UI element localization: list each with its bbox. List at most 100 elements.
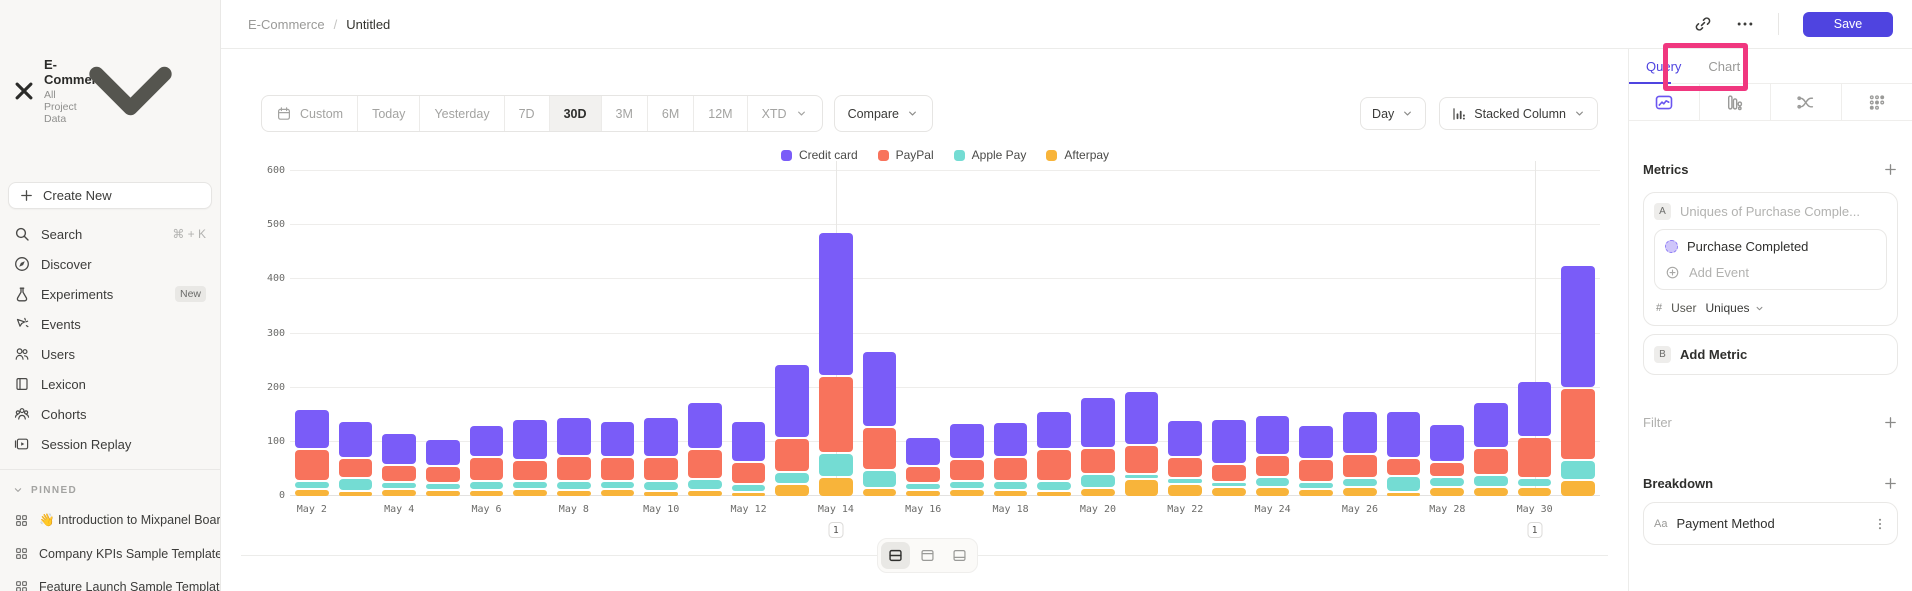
bar-segment-afterpay[interactable] [1125, 480, 1159, 496]
bar-segment-apple-pay[interactable] [775, 473, 809, 483]
legend-item-afterpay[interactable]: Afterpay [1046, 148, 1109, 162]
granularity-dropdown[interactable]: Day [1360, 97, 1426, 130]
tab-query[interactable]: Query [1646, 59, 1681, 74]
bar-segment-credit-card[interactable] [1037, 412, 1071, 448]
sidebar-item-cohorts[interactable]: Cohorts [0, 399, 220, 429]
bar-segment-credit-card[interactable] [295, 410, 329, 448]
bar-segment-credit-card[interactable] [688, 403, 722, 447]
bar-segment-credit-card[interactable] [1256, 416, 1290, 454]
bar-segment-credit-card[interactable] [339, 422, 373, 457]
add-metric-plus-icon[interactable] [1883, 162, 1898, 177]
legend-item-credit-card[interactable]: Credit card [781, 148, 858, 162]
bar-segment-paypal[interactable] [1212, 465, 1246, 481]
breadcrumb-project[interactable]: E-Commerce [248, 17, 325, 32]
bar-segment-paypal[interactable] [732, 463, 766, 483]
pinned-section-header[interactable]: PINNED [0, 482, 220, 504]
metric-card-b[interactable]: B Add Metric [1643, 334, 1898, 375]
project-switcher[interactable]: E-Commerce All Project Data [0, 0, 220, 176]
bar-segment-apple-pay[interactable] [906, 484, 940, 488]
bar-segment-afterpay[interactable] [295, 490, 329, 497]
bar-segment-afterpay[interactable] [1561, 481, 1595, 496]
bar-segment-paypal[interactable] [950, 460, 984, 480]
bar-segment-afterpay[interactable] [513, 490, 547, 497]
bar-segment-apple-pay[interactable] [688, 480, 722, 488]
kebab-menu-icon[interactable] [1873, 517, 1887, 531]
copy-link-icon[interactable] [1694, 15, 1712, 33]
report-tab-retention[interactable] [1842, 84, 1912, 120]
bar-segment-apple-pay[interactable] [994, 482, 1028, 489]
date-range-6m[interactable]: 6M [648, 96, 694, 131]
bar-segment-apple-pay[interactable] [382, 483, 416, 487]
tab-chart[interactable]: Chart [1708, 59, 1740, 74]
layout-chart-bottom-view[interactable] [945, 542, 974, 569]
metric-a-header[interactable]: A Uniques of Purchase Comple... [1654, 203, 1887, 220]
bar-segment-apple-pay[interactable] [732, 485, 766, 492]
layout-split-view[interactable] [881, 542, 910, 569]
bar-segment-paypal[interactable] [1037, 450, 1071, 480]
bar-segment-apple-pay[interactable] [1081, 475, 1115, 487]
bar-segment-credit-card[interactable] [1343, 412, 1377, 453]
bar-segment-afterpay[interactable] [994, 491, 1028, 496]
bar-segment-paypal[interactable] [1343, 455, 1377, 478]
sidebar-item-events[interactable]: Events [0, 309, 220, 339]
legend-item-paypal[interactable]: PayPal [878, 148, 934, 162]
bar-segment-afterpay[interactable] [382, 490, 416, 497]
bar-segment-apple-pay[interactable] [1256, 478, 1290, 486]
bar-segment-paypal[interactable] [1125, 446, 1159, 473]
bar-segment-apple-pay[interactable] [601, 482, 635, 487]
bar-segment-credit-card[interactable] [950, 424, 984, 457]
bar-segment-paypal[interactable] [382, 466, 416, 481]
bar-segment-credit-card[interactable] [470, 426, 504, 457]
bar-segment-paypal[interactable] [1561, 389, 1595, 459]
bar-segment-credit-card[interactable] [1387, 412, 1421, 457]
bar-segment-afterpay[interactable] [775, 485, 809, 496]
bar-segment-paypal[interactable] [1474, 449, 1508, 474]
bar-segment-apple-pay[interactable] [1168, 479, 1202, 483]
bar-segment-afterpay[interactable] [601, 490, 635, 497]
bar-segment-apple-pay[interactable] [1037, 482, 1071, 490]
bar-segment-credit-card[interactable] [1125, 392, 1159, 443]
bar-segment-afterpay[interactable] [1168, 485, 1202, 496]
sidebar-item-discover[interactable]: Discover [0, 249, 220, 279]
bar-segment-credit-card[interactable] [775, 365, 809, 437]
bar-segment-credit-card[interactable] [1212, 420, 1246, 463]
bar-segment-afterpay[interactable] [426, 491, 460, 496]
bar-segment-afterpay[interactable] [950, 490, 984, 497]
date-range-12m[interactable]: 12M [694, 96, 747, 131]
sidebar-item-session-replay[interactable]: Session Replay [0, 429, 220, 459]
bar-segment-credit-card[interactable] [906, 438, 940, 465]
sidebar-item-experiments[interactable]: ExperimentsNew [0, 279, 220, 309]
annotation-badge[interactable]: 1 [828, 522, 843, 538]
report-tab-flows[interactable] [1771, 84, 1842, 120]
bar-segment-apple-pay[interactable] [1518, 479, 1552, 486]
bar-segment-paypal[interactable] [644, 458, 678, 480]
bar-segment-paypal[interactable] [775, 439, 809, 472]
breakdown-item[interactable]: Aa Payment Method [1643, 502, 1898, 545]
add-filter-plus-icon[interactable] [1883, 415, 1898, 430]
bar-segment-paypal[interactable] [470, 458, 504, 480]
bar-segment-credit-card[interactable] [1168, 421, 1202, 456]
report-tab-insights[interactable] [1629, 84, 1700, 120]
bar-segment-paypal[interactable] [295, 450, 329, 480]
bar-segment-apple-pay[interactable] [1343, 479, 1377, 486]
chart-type-dropdown[interactable]: Stacked Column [1439, 97, 1598, 130]
date-range-30d[interactable]: 30D [550, 96, 602, 131]
bar-segment-paypal[interactable] [1168, 458, 1202, 478]
bar-segment-afterpay[interactable] [1256, 488, 1290, 496]
create-new-button[interactable]: Create New [8, 182, 212, 209]
bar-segment-paypal[interactable] [1299, 460, 1333, 482]
bar-segment-paypal[interactable] [863, 428, 897, 470]
bar-segment-afterpay[interactable] [863, 489, 897, 496]
bar-segment-paypal[interactable] [819, 377, 853, 452]
bar-segment-afterpay[interactable] [339, 492, 373, 496]
add-breakdown-plus-icon[interactable] [1883, 476, 1898, 491]
bar-segment-apple-pay[interactable] [513, 482, 547, 487]
date-range-yesterday[interactable]: Yesterday [420, 96, 504, 131]
add-event-row[interactable]: Add Event [1665, 265, 1876, 280]
bar-segment-apple-pay[interactable] [863, 471, 897, 487]
bar-segment-credit-card[interactable] [426, 440, 460, 465]
bar-segment-credit-card[interactable] [994, 423, 1028, 456]
bar-segment-paypal[interactable] [339, 459, 373, 477]
pinned-board-item[interactable]: Feature Launch Sample Template [0, 570, 220, 591]
bar-segment-paypal[interactable] [1387, 459, 1421, 476]
